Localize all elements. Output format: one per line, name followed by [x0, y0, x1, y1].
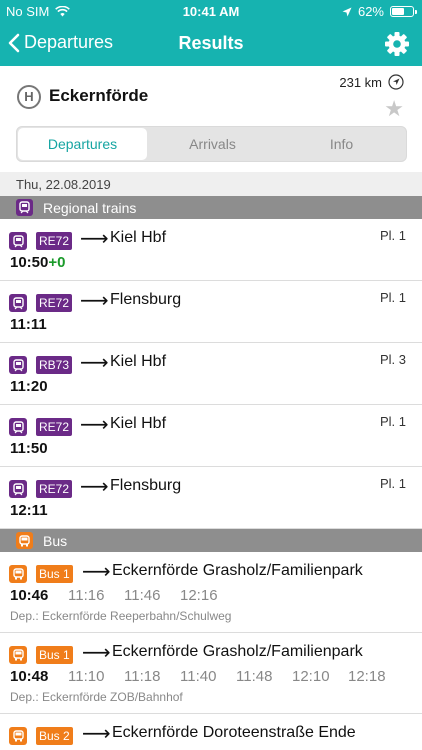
direction-arrow: ⟶	[80, 290, 109, 312]
departure-row[interactable]: Bus 1 ⟶ Eckernförde Grasholz/Familienpar…	[0, 552, 422, 633]
station-distance[interactable]: 231 km	[339, 74, 404, 90]
chevron-left-icon	[8, 33, 20, 52]
direction-arrow: ⟶	[80, 228, 109, 250]
section-header-regional: Regional trains	[0, 196, 422, 219]
departure-row[interactable]: RE72 ⟶ Flensburg Pl. 1 11:11	[0, 281, 422, 343]
platform: Pl. 1	[379, 228, 406, 243]
section-label: Regional trains	[43, 199, 137, 216]
later-time: 11:46	[124, 587, 161, 604]
destination: Kiel Hbf	[110, 229, 167, 246]
status-right: 62%	[342, 4, 417, 19]
bus-icon	[16, 532, 33, 549]
nav-bar: Departures Results	[0, 22, 422, 66]
line-badge: RE72	[36, 232, 73, 250]
departure-row[interactable]: RB73 ⟶ Kiel Hbf Pl. 3 11:20	[0, 343, 422, 405]
compass-icon	[388, 74, 404, 90]
departure-row[interactable]: Bus 1 ⟶ Eckernförde Grasholz/Familienpar…	[0, 633, 422, 714]
departure-row[interactable]: RE72 ⟶ Kiel Hbf Pl. 1 10:50+0	[0, 219, 422, 281]
later-time: 11:18	[124, 668, 161, 685]
destination: Flensburg	[110, 291, 182, 308]
destination: Eckernförde Doroteenstraße Ende	[112, 724, 356, 741]
tab-info[interactable]: Info	[277, 127, 406, 161]
tab-arrivals[interactable]: Arrivals	[148, 127, 277, 161]
section-label: Bus	[43, 532, 68, 549]
location-arrow-icon	[342, 7, 352, 16]
platform: Pl. 1	[379, 414, 406, 429]
departure-time: 10:50+0	[10, 254, 65, 271]
destination: Eckernförde Grasholz/Familienpark	[112, 643, 363, 660]
line-badge: Bus 1	[36, 646, 73, 664]
direction-arrow: ⟶	[82, 561, 111, 583]
direction-arrow: ⟶	[82, 723, 111, 745]
destination: Kiel Hbf	[110, 415, 167, 432]
distance-label: 231 km	[339, 74, 382, 90]
destination: Flensburg	[110, 477, 182, 494]
bus-icon	[9, 727, 27, 745]
direction-arrow: ⟶	[80, 414, 109, 436]
departure-row[interactable]: RE72 ⟶ Kiel Hbf Pl. 1 11:50	[0, 405, 422, 467]
departure-row[interactable]: Bus 2 ⟶ Eckernförde Doroteenstraße Ende	[0, 714, 422, 750]
station-header: H Eckernförde 231 km ★ Departures Arriva…	[0, 66, 422, 172]
battery-icon	[390, 6, 417, 17]
destination: Eckernförde Grasholz/Familienpark	[112, 562, 363, 579]
line-badge: Bus 2	[36, 727, 73, 745]
later-time: 11:48	[236, 668, 273, 685]
bus-icon	[9, 646, 27, 664]
train-icon	[9, 418, 27, 436]
gear-icon[interactable]	[384, 31, 410, 57]
train-icon	[9, 294, 27, 312]
later-time: 11:10	[68, 668, 105, 685]
line-badge: Bus 1	[36, 565, 73, 583]
line-badge: RE72	[36, 418, 73, 436]
train-icon	[9, 480, 27, 498]
bus-stop-icon: H	[17, 85, 41, 109]
direction-arrow: ⟶	[82, 642, 111, 664]
back-label: Departures	[24, 32, 114, 52]
battery-percent: 62%	[357, 4, 384, 19]
station-name: Eckernförde	[49, 86, 149, 105]
time-value: 10:50	[10, 254, 49, 271]
later-time: 11:16	[68, 587, 105, 604]
line-badge: RE72	[36, 294, 73, 312]
battery-level	[392, 8, 404, 15]
tab-departures[interactable]: Departures	[18, 128, 147, 160]
platform: Pl. 3	[379, 352, 406, 367]
direction-arrow: ⟶	[80, 352, 109, 374]
direction-arrow: ⟶	[80, 476, 109, 498]
departure-stop: Dep.: Eckernförde ZOB/Bahnhof	[10, 690, 183, 704]
platform: Pl. 1	[379, 290, 406, 305]
departure-time: 10:46	[10, 587, 49, 604]
bus-icon	[9, 565, 27, 583]
status-bar: No SIM 10:41 AM 62%	[0, 0, 422, 22]
date-header: Thu, 22.08.2019	[0, 172, 422, 196]
departure-stop: Dep.: Eckernförde Reeperbahn/Schulweg	[10, 609, 232, 623]
delay-value: +0	[48, 254, 66, 271]
departure-row[interactable]: RE72 ⟶ Flensburg Pl. 1 12:11	[0, 467, 422, 529]
departure-time: 11:11	[10, 316, 47, 333]
back-button[interactable]: Departures	[8, 32, 113, 53]
platform: Pl. 1	[379, 476, 406, 491]
segmented-control: Departures Arrivals Info	[16, 126, 407, 162]
departure-time: 11:20	[10, 378, 48, 395]
train-icon	[16, 199, 33, 216]
destination: Kiel Hbf	[110, 353, 167, 370]
later-time: 12:16	[180, 587, 218, 604]
departure-time: 10:48	[10, 668, 49, 685]
later-time: 12:10	[292, 668, 330, 685]
departure-time: 12:11	[10, 502, 48, 519]
train-icon	[9, 232, 27, 250]
departure-time: 11:50	[10, 440, 48, 457]
train-icon	[9, 356, 27, 374]
line-badge: RB73	[36, 356, 73, 374]
line-badge: RE72	[36, 480, 73, 498]
later-time: 12:18	[348, 668, 386, 685]
section-header-bus: Bus	[0, 529, 422, 552]
favorite-star-icon[interactable]: ★	[384, 96, 404, 122]
later-time: 11:40	[180, 668, 217, 685]
